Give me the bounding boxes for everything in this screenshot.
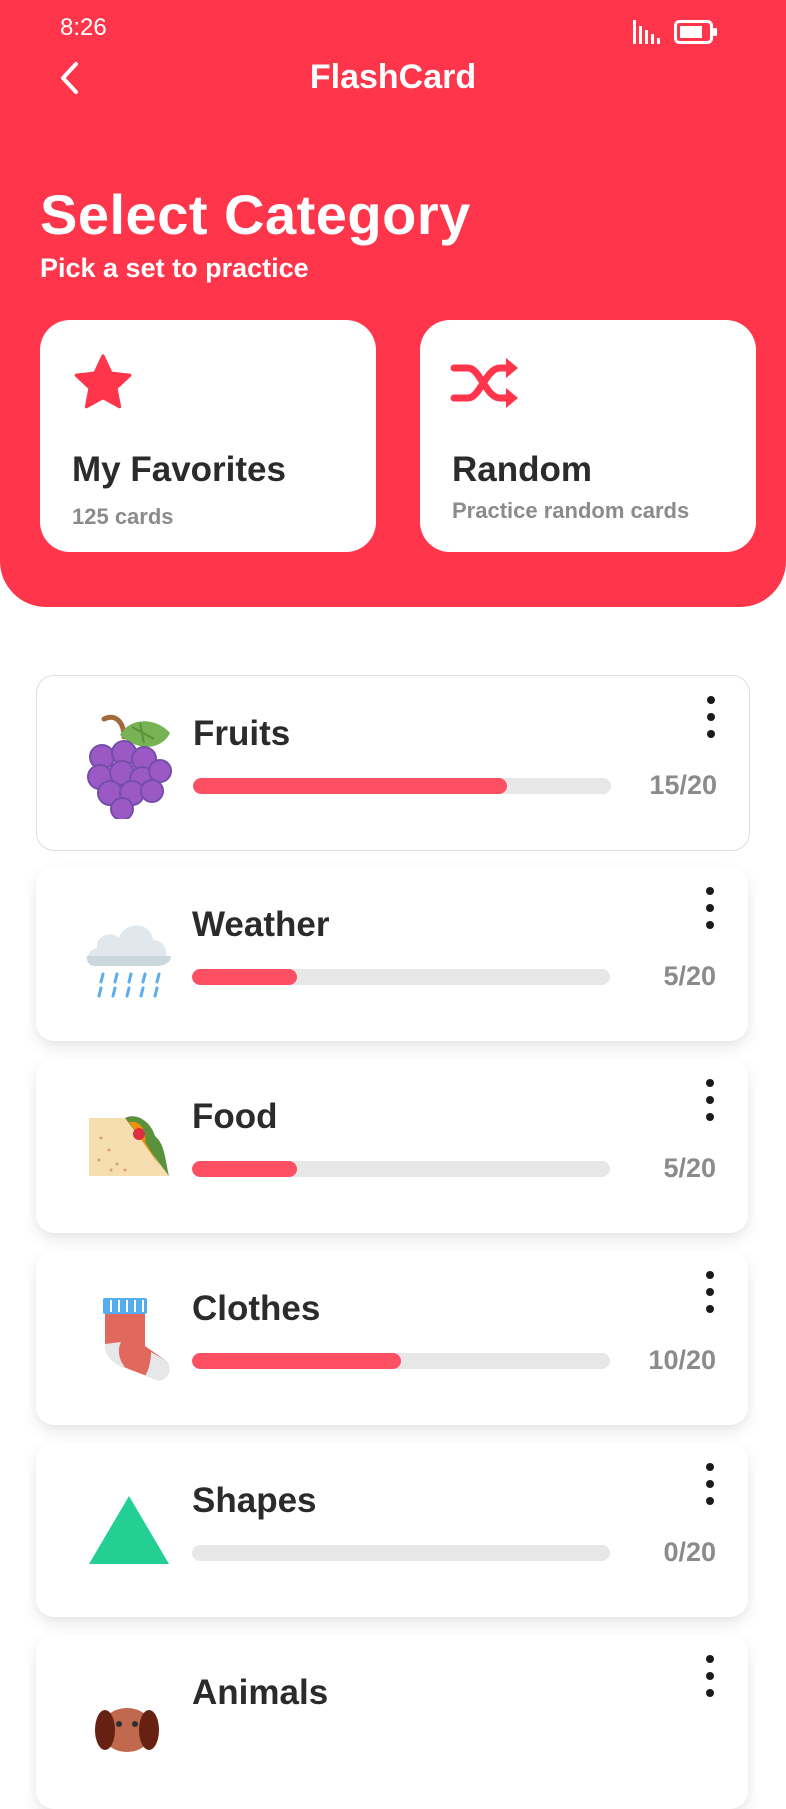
- more-options-button[interactable]: [698, 887, 722, 929]
- progress-fill: [193, 778, 507, 794]
- more-options-button[interactable]: [698, 1655, 722, 1697]
- header: 8:26 FlashCard Select Category Pick a se…: [0, 0, 786, 607]
- category-count: 5/20: [663, 961, 716, 991]
- favorites-card[interactable]: My Favorites 125 cards: [40, 320, 376, 552]
- category-count: 10/20: [648, 1345, 716, 1375]
- category-name: Clothes: [192, 1289, 321, 1328]
- rain-cloud-icon: [70, 895, 188, 1013]
- category-count: 0/20: [663, 1537, 716, 1567]
- shuffle-icon: [450, 350, 520, 421]
- progress-fill: [192, 1161, 297, 1177]
- sandwich-wrap-icon: [70, 1087, 188, 1205]
- category-card-animals[interactable]: Animals: [36, 1635, 748, 1809]
- status-icons: [632, 20, 718, 44]
- favorites-title: My Favorites: [72, 450, 286, 489]
- grapes-icon: [71, 704, 189, 822]
- category-name: Shapes: [192, 1481, 317, 1520]
- more-options-button[interactable]: [698, 1271, 722, 1313]
- category-name: Animals: [192, 1673, 329, 1712]
- progress-bar: [192, 1161, 610, 1177]
- page-title: Select Category: [40, 183, 471, 246]
- progress-bar: [192, 1545, 610, 1561]
- star-icon: [70, 350, 136, 421]
- battery-icon: [674, 20, 717, 44]
- triangle-icon: [70, 1471, 188, 1589]
- more-options-button[interactable]: [699, 696, 723, 738]
- page-subtitle: Pick a set to practice: [40, 253, 309, 283]
- more-options-button[interactable]: [698, 1463, 722, 1505]
- random-title: Random: [452, 450, 592, 489]
- category-card-shapes[interactable]: Shapes 0/20: [36, 1443, 748, 1617]
- progress-bar: [193, 778, 611, 794]
- category-card-weather[interactable]: Weather 5/20: [36, 867, 748, 1041]
- app-title: FlashCard: [309, 58, 477, 96]
- random-card[interactable]: Random Practice random cards: [420, 320, 756, 552]
- progress-fill: [192, 969, 297, 985]
- status-time: 8:26: [60, 14, 107, 41]
- category-name: Food: [192, 1097, 278, 1136]
- category-card-fruits[interactable]: Fruits 15/20: [36, 675, 750, 851]
- category-count: 15/20: [649, 770, 717, 800]
- category-name: Weather: [192, 905, 330, 944]
- progress-bar: [192, 1353, 610, 1369]
- favorites-subtitle: 125 cards: [72, 504, 174, 529]
- dog-icon: [70, 1663, 188, 1781]
- sock-icon: [70, 1279, 188, 1397]
- signal-icon: [633, 20, 660, 44]
- more-options-button[interactable]: [698, 1079, 722, 1121]
- category-card-clothes[interactable]: Clothes 10/20: [36, 1251, 748, 1425]
- category-card-food[interactable]: Food 5/20: [36, 1059, 748, 1233]
- progress-bar: [192, 969, 610, 985]
- category-count: 5/20: [663, 1153, 716, 1183]
- progress-fill: [192, 1353, 401, 1369]
- category-name: Fruits: [193, 714, 291, 753]
- random-subtitle: Practice random cards: [452, 498, 690, 523]
